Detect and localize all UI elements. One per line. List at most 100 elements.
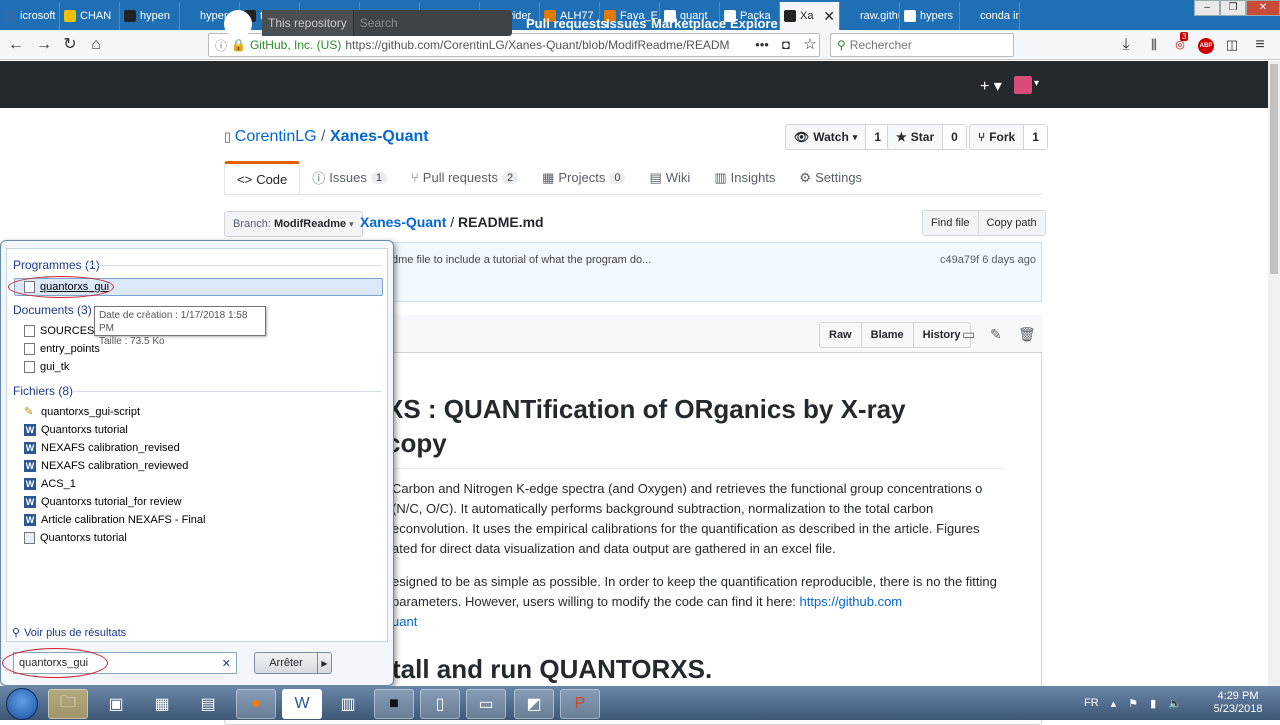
volume-icon[interactable]: 🔈 [1168,697,1182,710]
desktop-icon[interactable]: ▭ [962,326,975,343]
explorer-taskbar-icon[interactable]: 🗀 [48,689,88,719]
browser-tab[interactable]: raw.githu [840,2,900,30]
library-icon[interactable]: ⫼ [1144,35,1164,55]
commit-message[interactable]: dme file to include a tutorial of what t… [392,254,651,266]
info-icon[interactable]: ⓘ [215,37,227,54]
tab-wiki[interactable]: ▤ Wiki [637,161,702,194]
see-more-results-link[interactable]: ⚲ Voir plus de résultats [12,626,126,640]
file-item[interactable]: W ACS_1 [24,478,76,490]
page-actions-icon[interactable]: ••• [752,35,772,55]
terminal-taskbar-icon[interactable]: ■ [374,689,414,719]
file-item[interactable]: W Quantorxs tutorial [24,424,128,436]
browser-tab[interactable]: icrosoft | [0,2,60,30]
browser-tab[interactable]: hypers [900,2,960,30]
readme-link[interactable]: https://github.com [800,594,903,609]
fork-button[interactable]: ⑂ Fork 1 [969,124,1048,150]
shutdown-button[interactable]: Arrêter ▶ [254,652,332,674]
branch-selector[interactable]: Branch: ModifReadme ▾ [224,211,363,237]
browser-tab[interactable]: conda inst [960,2,1020,30]
file-item[interactable]: Quantorxs tutorial [24,532,127,544]
reload-icon[interactable]: ↻ [60,35,80,55]
tab-issues[interactable]: ⓘ Issues 1 [300,161,399,194]
avatar[interactable] [1014,76,1032,94]
scrollbar-thumb[interactable] [1270,64,1278,274]
file-item[interactable]: W Quantorxs tutorial_for review [24,496,182,508]
sidebar-icon[interactable]: ◫ [1222,35,1242,55]
nav-issues[interactable]: Issues [606,16,646,31]
app-taskbar-icon[interactable]: ◩ [514,689,554,719]
powerpoint-taskbar-icon[interactable]: P [560,689,600,719]
url-bar[interactable]: ⓘ 🔒 GitHub, Inc. (US) https://github.com… [208,33,820,57]
documents-header[interactable]: Documents (3) [13,303,92,317]
watch-button[interactable]: 👁 Watch ▾ 1 [785,124,891,150]
start-button[interactable] [6,688,38,720]
find-file-button[interactable]: Find file [923,211,978,235]
minimize-button[interactable]: – [1194,0,1220,16]
fork-count[interactable]: 1 [1023,125,1047,149]
tab-code[interactable]: <> Code [224,161,301,194]
repo-name-link[interactable]: Xanes-Quant [330,128,429,145]
network-icon[interactable]: ▮ [1150,697,1156,710]
close-window-button[interactable]: ✕ [1246,0,1280,16]
files-header[interactable]: Fichiers (8) [13,384,73,398]
clock[interactable]: 4:29 PM 5/23/2018 [1210,690,1266,716]
browser-tab[interactable]: Xa ✕ [780,2,840,30]
app-taskbar-icon[interactable]: ▤ [188,689,228,719]
console-taskbar-icon[interactable]: ▭ [466,689,506,719]
pencil-icon[interactable]: ✎ [990,326,1002,343]
bookmark-star-icon[interactable]: ☆ [800,35,820,55]
file-item[interactable]: W NEXAFS calibration_revised [24,442,180,454]
star-button[interactable]: ★ Star 0 [887,124,967,150]
tab-projects[interactable]: ▦ Projects 0 [530,161,637,194]
plus-dropdown-icon[interactable]: + ▾ [980,76,1002,96]
repo-owner-link[interactable]: CorentinLG [235,128,317,145]
browser-search-bar[interactable]: ⚲ Rechercher [830,33,1014,57]
watch-count[interactable]: 1 [865,125,890,149]
raw-button[interactable]: Raw [820,323,861,347]
blame-button[interactable]: Blame [860,323,913,347]
commit-hash[interactable]: c49a79f 6 days ago [940,254,1036,266]
github-search[interactable]: This repository Search [262,10,512,36]
notepad-taskbar-icon[interactable]: ▯ [420,689,460,719]
firefox-taskbar-icon[interactable]: ● [236,689,276,719]
home-icon[interactable]: ⌂ [86,35,106,55]
breadcrumb-repo-link[interactable]: Xanes-Quant [360,214,446,230]
pocket-icon[interactable]: ◘ [776,35,796,55]
nav-explore[interactable]: Explore [730,16,778,31]
word-taskbar-icon[interactable]: W [282,689,322,719]
nav-pull-requests[interactable]: Pull requests [526,16,608,31]
tab-pull-requests[interactable]: ⑂ Pull requests 2 [399,161,530,194]
clear-icon[interactable]: ✕ [222,657,231,670]
back-arrow-icon[interactable]: ← [6,35,26,55]
readme-link-cont[interactable]: uant [392,614,417,629]
github-logo-icon[interactable] [224,10,252,38]
close-tab-icon[interactable]: ✕ [823,8,835,25]
tab-insights[interactable]: ▥ Insights [702,161,787,194]
shutdown-arrow-icon[interactable]: ▶ [317,653,331,673]
shutdown-label[interactable]: Arrêter [255,653,317,673]
document-item[interactable]: gui_tk [24,361,69,373]
copy-path-button[interactable]: Copy path [977,211,1045,235]
browser-tab[interactable]: hypen [120,2,180,30]
document-item[interactable]: entry_points [24,343,100,355]
url-text[interactable]: https://github.com/CorentinLG/Xanes-Quan… [345,38,729,52]
github-search-input[interactable]: Search [354,16,398,30]
trash-icon[interactable]: 🗑 [1018,326,1036,343]
language-indicator[interactable]: FR [1084,697,1099,709]
app-taskbar-icon[interactable]: ▦ [142,689,182,719]
file-item[interactable]: W Article calibration NEXAFS - Final [24,514,205,526]
menu-icon[interactable]: ≡ [1250,35,1270,55]
chevron-down-icon[interactable]: ▾ [1034,78,1039,89]
file-item[interactable]: ✎ quantorxs_gui-script [24,406,140,418]
app-taskbar-icon[interactable]: ▥ [328,689,368,719]
site-identity[interactable]: GitHub, Inc. (US) [250,38,341,52]
tab-settings[interactable]: ⚙ Settings [787,161,874,194]
file-item[interactable]: W NEXAFS calibration_reviewed [24,460,188,472]
forward-arrow-icon[interactable]: → [34,35,54,55]
download-icon[interactable]: ⤓ [1116,35,1136,55]
app-taskbar-icon[interactable]: ▣ [96,689,136,719]
document-item[interactable]: SOURCES [24,325,94,337]
adblock-icon[interactable]: ABP [1198,38,1214,54]
browser-tab[interactable]: CHAN [60,2,120,30]
show-hidden-icons-icon[interactable]: ▴ [1111,697,1117,710]
